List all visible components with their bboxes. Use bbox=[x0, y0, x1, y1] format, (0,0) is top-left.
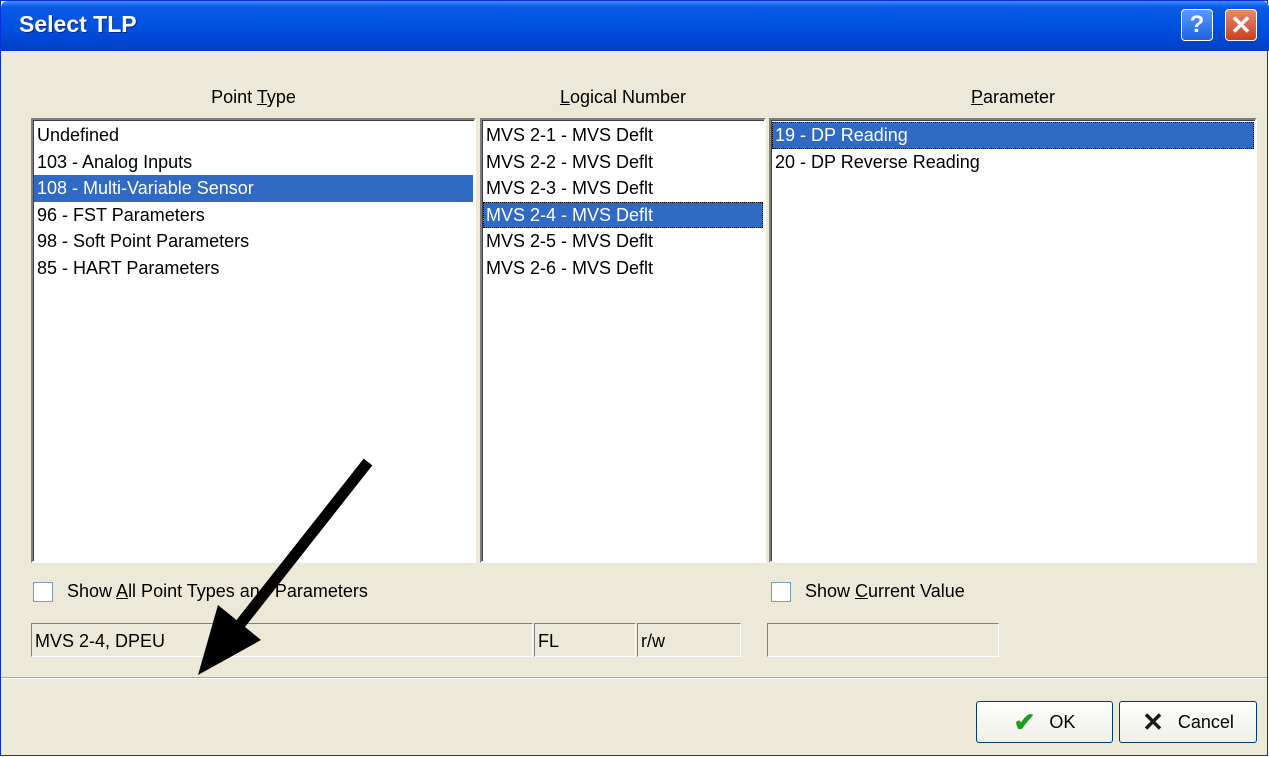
show-current-label-text: Show bbox=[805, 581, 856, 601]
cancel-label: Cancel bbox=[1177, 711, 1234, 732]
parameter-header-accel: P bbox=[970, 87, 983, 107]
list-item[interactable]: 96 - FST Parameters bbox=[34, 202, 473, 229]
list-item[interactable]: 20 - DP Reverse Reading bbox=[772, 149, 1254, 176]
x-icon: ✕ bbox=[1142, 706, 1164, 737]
logical-number-header: Logical Number bbox=[480, 87, 766, 108]
show-all-checkbox[interactable] bbox=[33, 581, 53, 602]
list-item[interactable]: 98 - Soft Point Parameters bbox=[34, 228, 473, 255]
logical-number-header-text-rest: ogical Number bbox=[569, 87, 687, 107]
list-item-selected[interactable]: 19 - DP Reading bbox=[772, 122, 1254, 149]
tlp-readout: MVS 2-4, DPEU bbox=[31, 623, 533, 657]
select-tlp-dialog: Select TLP ? ✕ Point Type Logical Number… bbox=[0, 0, 1269, 756]
access-readout: r/w bbox=[637, 623, 741, 657]
list-item-selected[interactable]: MVS 2-4 - MVS Deflt bbox=[483, 201, 763, 228]
show-current-label-accel: C bbox=[855, 581, 869, 601]
close-icon: ✕ bbox=[1230, 10, 1252, 40]
show-all-option[interactable]: Show All Point Types and Parameters bbox=[33, 581, 368, 602]
data-type-readout: FL bbox=[534, 623, 636, 657]
show-all-label-accel: A bbox=[116, 581, 129, 601]
show-current-label: Show Current Value bbox=[805, 581, 965, 602]
show-current-label-text-rest: urrent Value bbox=[868, 581, 965, 601]
point-type-header-text: Point bbox=[211, 87, 257, 107]
list-item[interactable]: MVS 2-6 - MVS Deflt bbox=[483, 255, 763, 282]
list-item[interactable]: 85 - HART Parameters bbox=[34, 255, 473, 282]
close-button[interactable]: ✕ bbox=[1225, 9, 1257, 41]
help-button[interactable]: ? bbox=[1181, 9, 1213, 41]
list-item[interactable]: 103 - Analog Inputs bbox=[34, 149, 473, 176]
point-type-header-text-rest: ype bbox=[266, 87, 296, 107]
title-bar[interactable]: Select TLP ? ✕ bbox=[1, 1, 1269, 51]
list-item[interactable]: MVS 2-2 - MVS Deflt bbox=[483, 149, 763, 176]
parameter-header: Parameter bbox=[769, 87, 1257, 108]
parameter-header-text-rest: arameter bbox=[982, 87, 1056, 107]
logical-number-header-accel: L bbox=[559, 87, 570, 107]
show-all-label: Show All Point Types and Parameters bbox=[67, 581, 368, 602]
list-item[interactable]: MVS 2-1 - MVS Deflt bbox=[483, 122, 763, 149]
window-title: Select TLP bbox=[19, 11, 137, 37]
current-value-readout bbox=[767, 623, 999, 657]
help-icon: ? bbox=[1189, 11, 1205, 38]
ok-button[interactable]: ✔ OK bbox=[976, 701, 1113, 743]
show-current-option[interactable]: Show Current Value bbox=[771, 581, 965, 602]
show-all-label-text-rest: ll Point Types and Parameters bbox=[128, 581, 368, 601]
ok-label: OK bbox=[1049, 711, 1076, 732]
list-item[interactable]: MVS 2-3 - MVS Deflt bbox=[483, 175, 763, 202]
parameter-list[interactable]: 19 - DP Reading 20 - DP Reverse Reading bbox=[769, 118, 1257, 563]
checkmark-icon: ✔ bbox=[1013, 706, 1036, 737]
list-item-selected[interactable]: 108 - Multi-Variable Sensor bbox=[34, 175, 473, 202]
show-current-checkbox[interactable] bbox=[771, 581, 791, 602]
point-type-header: Point Type bbox=[31, 87, 476, 108]
list-item[interactable]: Undefined bbox=[34, 122, 473, 149]
divider bbox=[1, 677, 1267, 679]
show-all-label-text: Show bbox=[67, 581, 117, 601]
cancel-button[interactable]: ✕ Cancel bbox=[1119, 701, 1257, 743]
list-item[interactable]: MVS 2-5 - MVS Deflt bbox=[483, 228, 763, 255]
logical-number-list[interactable]: MVS 2-1 - MVS Deflt MVS 2-2 - MVS Deflt … bbox=[480, 118, 766, 563]
point-type-header-accel: T bbox=[256, 87, 267, 107]
point-type-list[interactable]: Undefined 103 - Analog Inputs 108 - Mult… bbox=[31, 118, 476, 563]
